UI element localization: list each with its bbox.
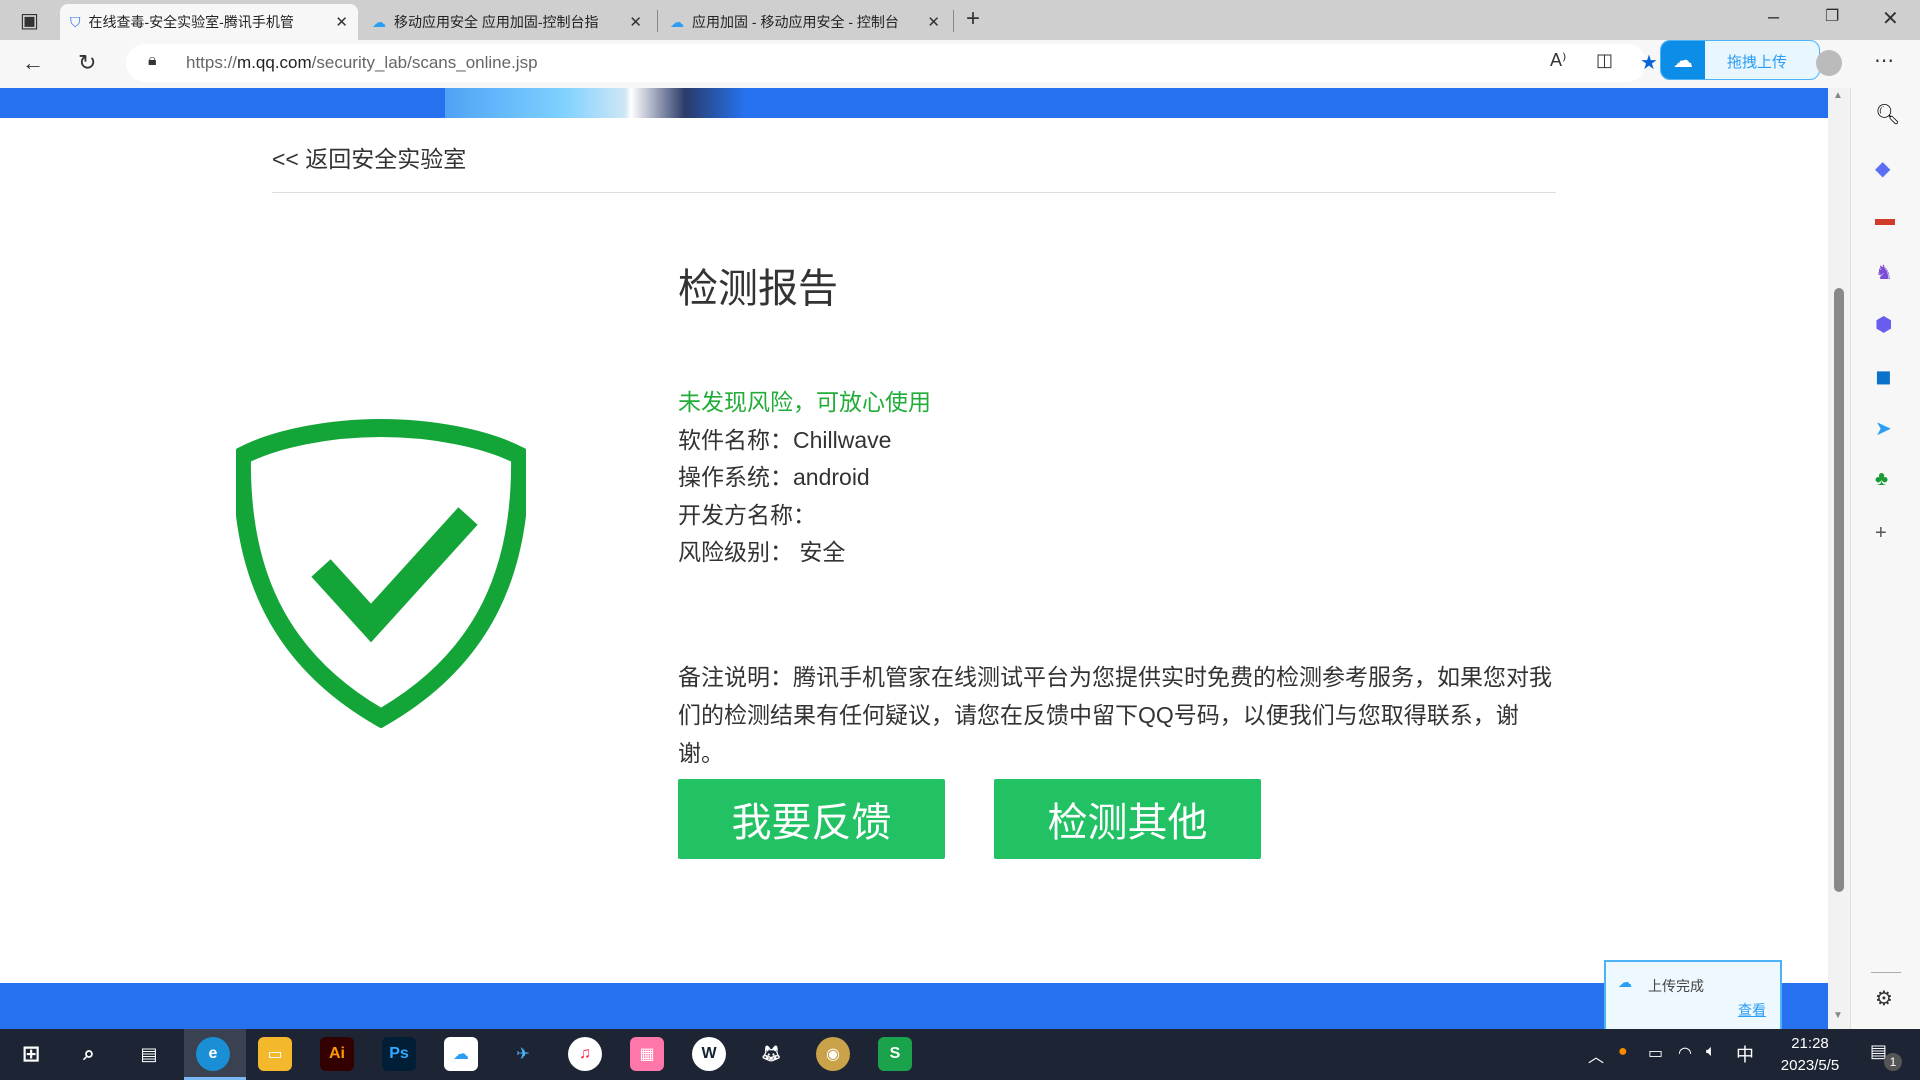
close-tab-icon[interactable]: ✕ [335, 13, 348, 31]
edge-sidebar: 🔍︎ ◆ ▬ ♞ ⬢ ◼ ➤ ♣ + ⚙ [1850, 88, 1920, 1029]
web-page: << 返回安全实验室 检测报告 未发现风险，可放心使用 软件名称：Chillwa… [0, 88, 1828, 1029]
start-button[interactable]: ⊞ [14, 1037, 48, 1071]
search-icon[interactable]: ⌕ [72, 1037, 106, 1071]
url-input[interactable]: 🔒︎ https://m.qq.com/security_lab/scans_o… [126, 44, 1646, 82]
developer-name: 开发方名称： [678, 501, 816, 528]
music-icon[interactable]: ♫ [568, 1037, 602, 1071]
file-explorer-icon[interactable]: ▭ [258, 1037, 292, 1071]
upload-button-label: 拖拽上传 [1727, 54, 1788, 71]
fox-app-icon[interactable]: 🦊︎ [754, 1037, 788, 1071]
photoshop-icon[interactable]: Ps [382, 1037, 416, 1071]
report-details: 未发现风险，可放心使用 软件名称：Chillwave 操作系统：android … [678, 384, 931, 572]
ime-indicator[interactable]: 中 [1736, 1041, 1754, 1067]
read-aloud-icon[interactable]: A⁾ [1550, 50, 1566, 71]
upload-widget[interactable]: ☁ 拖拽上传 [1660, 40, 1820, 80]
minimize-button[interactable]: – [1768, 6, 1779, 29]
new-tab-button[interactable]: + [966, 5, 980, 33]
battery-icon[interactable]: ▭ [1648, 1043, 1663, 1063]
remark-note: 备注说明：腾讯手机管家在线测试平台为您提供实时免费的检测参考服务，如果您对我们的… [678, 664, 1552, 766]
microsoft365-icon[interactable]: ⬢ [1875, 312, 1892, 337]
tab-bar: ▣ ⛉ 在线查毒-安全实验室-腾讯手机管 ✕ ☁ 移动应用安全 应用加固-控制台… [0, 0, 1920, 40]
refresh-button[interactable]: ↻ [78, 50, 96, 76]
scrollbar-thumb[interactable] [1834, 288, 1844, 892]
send-icon[interactable]: ➤ [1875, 416, 1892, 441]
bird-app-icon[interactable]: ✈ [506, 1037, 540, 1071]
tab-actions-icon[interactable]: ▣ [20, 8, 39, 33]
wifi-icon[interactable]: ◠ [1678, 1043, 1692, 1063]
app-icon[interactable]: ▦ [630, 1037, 664, 1071]
restore-button[interactable]: ❐ [1825, 6, 1839, 26]
clock[interactable]: 21:28 2023/5/5 [1770, 1033, 1850, 1077]
app-w-icon[interactable]: W [692, 1037, 726, 1071]
lock-icon[interactable]: 🔒︎ [148, 52, 157, 70]
illustrator-icon[interactable]: Ai [320, 1037, 354, 1071]
split-screen-icon[interactable]: ◫ [1596, 50, 1613, 71]
notification-count-badge: 1 [1884, 1053, 1902, 1071]
profile-avatar[interactable] [1816, 50, 1842, 76]
baidu-netdisk-icon[interactable]: ☁ [444, 1037, 478, 1071]
favorites-star-icon[interactable]: ★ [1640, 50, 1658, 75]
clock-date: 2023/5/5 [1780, 1057, 1840, 1074]
tab-app-hardening-console[interactable]: ☁ 应用加固 - 移动应用安全 - 控制台 ✕ [660, 4, 950, 40]
volume-icon[interactable]: 🔈︎ [1706, 1043, 1716, 1061]
close-window-button[interactable]: ✕ [1882, 6, 1899, 31]
url-scheme: https:// [186, 53, 238, 72]
header-banner [0, 88, 1828, 118]
edge-browser-icon[interactable]: e [196, 1037, 230, 1071]
tools-icon[interactable]: ▬ [1875, 208, 1895, 231]
settings-gear-icon[interactable]: ⚙ [1875, 986, 1893, 1011]
footer-banner [0, 983, 1828, 1029]
popup-message: 上传完成 [1648, 978, 1704, 994]
more-menu-icon[interactable]: ⋯ [1874, 48, 1894, 73]
page-scrollbar[interactable]: ▲ ▼ [1828, 88, 1850, 1029]
back-button[interactable]: ← [22, 50, 44, 76]
scan-other-button[interactable]: 检测其他 [994, 779, 1261, 859]
operating-system: 操作系统：android [678, 464, 870, 490]
back-to-security-lab-link[interactable]: << 返回安全实验室 [272, 140, 466, 174]
windows-taskbar: ⊞ ⌕ ▤ e ▭ Ai Ps ☁ ✈ ♫ ▦ W 🦊︎ ◉ S ︿ ● ▭ ◠… [0, 1029, 1920, 1080]
qq-icon[interactable]: ● [1618, 1043, 1628, 1061]
url-path: /security_lab/scans_online.jsp [311, 53, 538, 72]
baidu-netdisk-icon: ☁ [1618, 974, 1632, 990]
tree-icon[interactable]: ♣ [1875, 468, 1888, 491]
upload-complete-popup: ☁ 上传完成 查看 [1604, 960, 1782, 1031]
tab-title: 应用加固 - 移动应用安全 - 控制台 [692, 14, 899, 30]
risk-level: 风险级别： 安全 [678, 539, 846, 565]
tab-app-hardening-guide[interactable]: ☁ 移动应用安全 应用加固-控制台指 ✕ [362, 4, 652, 40]
software-name: 软件名称：Chillwave [678, 426, 892, 453]
task-view-icon[interactable]: ▤ [132, 1037, 166, 1071]
view-link[interactable]: 查看 [1738, 1000, 1766, 1020]
page-title: 检测报告 [678, 267, 838, 311]
address-bar-row: ← ↻ 🔒︎ https://m.qq.com/security_lab/sca… [0, 40, 1920, 88]
spreadsheet-icon[interactable]: S [878, 1037, 912, 1071]
search-icon[interactable]: 🔍︎ [1875, 102, 1900, 127]
shopping-tag-icon[interactable]: ◆ [1875, 156, 1890, 181]
shield-icon: ⛉ [70, 13, 81, 30]
tab-title: 在线查毒-安全实验室-腾讯手机管 [88, 14, 294, 30]
games-icon[interactable]: ♞ [1875, 260, 1893, 285]
scan-status: 未发现风险，可放心使用 [678, 389, 931, 415]
tab-security-lab[interactable]: ⛉ 在线查毒-安全实验室-腾讯手机管 ✕ [60, 4, 358, 40]
tab-title: 移动应用安全 应用加固-控制台指 [394, 14, 599, 30]
clock-time: 21:28 [1791, 1035, 1829, 1052]
close-tab-icon[interactable]: ✕ [927, 13, 940, 31]
shield-check-icon [236, 418, 526, 728]
outlook-icon[interactable]: ◼ [1875, 364, 1892, 389]
add-sidebar-app-icon[interactable]: + [1875, 522, 1887, 545]
divider [272, 192, 1556, 193]
cloud-icon: ☁ [372, 13, 386, 30]
close-tab-icon[interactable]: ✕ [629, 13, 642, 31]
baidu-netdisk-icon: ☁ [1661, 41, 1705, 79]
show-hidden-icons[interactable]: ︿ [1588, 1043, 1604, 1067]
url-domain: m.qq.com [237, 53, 312, 72]
cloud-icon: ☁ [670, 13, 684, 30]
feedback-button[interactable]: 我要反馈 [678, 779, 945, 859]
game-icon[interactable]: ◉ [816, 1037, 850, 1071]
